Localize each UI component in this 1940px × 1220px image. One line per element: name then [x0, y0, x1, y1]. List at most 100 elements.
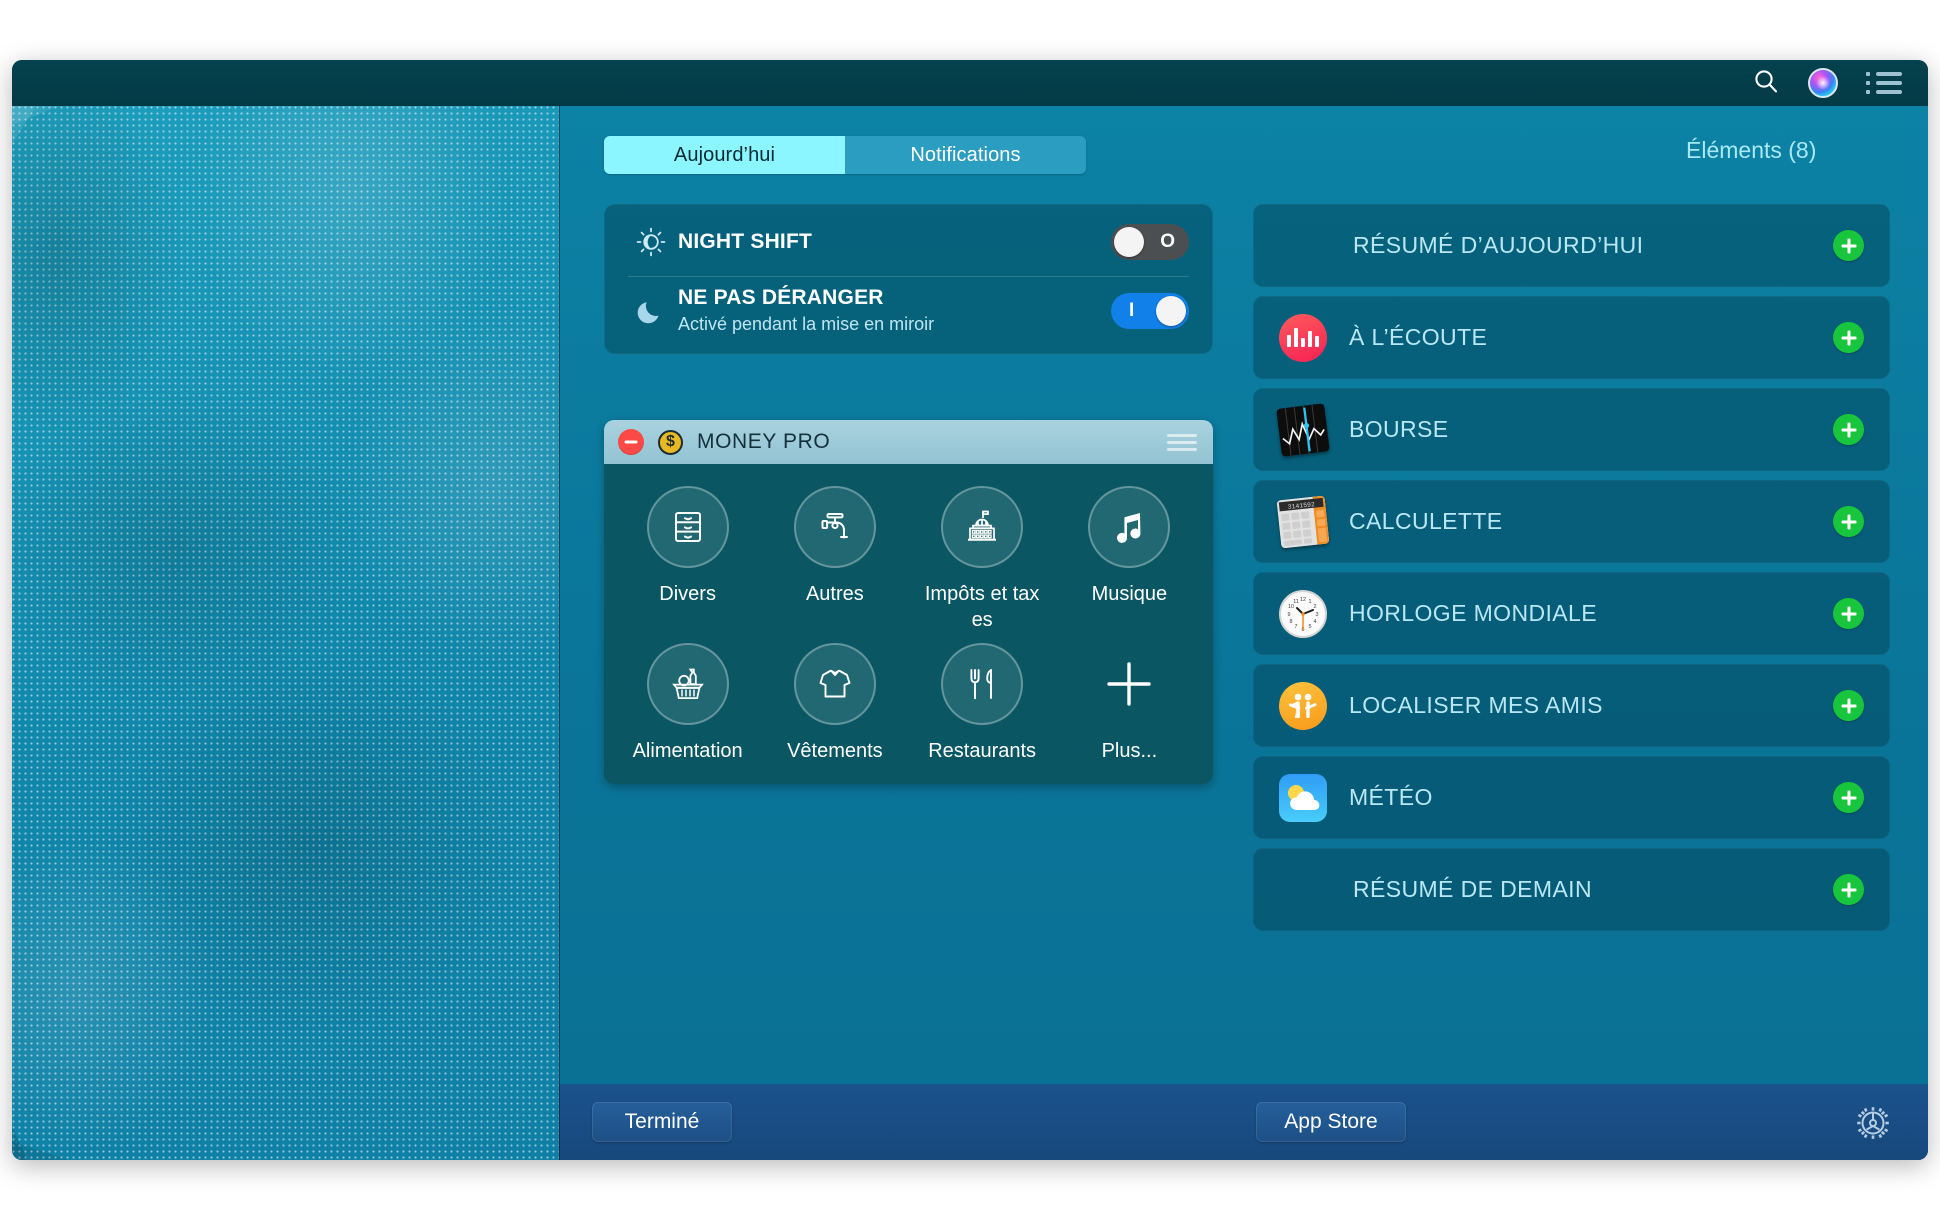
money-pro-widget-title: MONEY PRO — [697, 430, 831, 453]
do-not-disturb-title: NE PAS DÉRANGER — [678, 286, 884, 309]
category-tile-label: Plus... — [1101, 740, 1158, 762]
svg-text:2: 2 — [1314, 604, 1317, 610]
list-item-label: À L’ÉCOUTE — [1349, 324, 1488, 350]
sun-icon — [628, 227, 674, 257]
money-pro-widget-header: $ MONEY PRO — [604, 420, 1213, 464]
category-tile-label: Musique — [1091, 583, 1168, 605]
do-not-disturb-text: NE PAS DÉRANGER Activé pendant la mise e… — [674, 286, 1111, 335]
drawer-cabinet-icon — [646, 486, 729, 568]
svg-text:1: 1 — [1309, 599, 1312, 605]
siri-icon[interactable] — [1808, 68, 1838, 98]
category-tile-impots[interactable]: Impôts et taxes — [909, 486, 1056, 633]
shirt-icon — [793, 643, 876, 725]
category-tile-label: Restaurants — [928, 740, 1037, 762]
search-icon[interactable] — [1752, 67, 1780, 100]
titlebar-icon-group — [1752, 60, 1902, 106]
add-item-button[interactable] — [1833, 322, 1864, 353]
tab-notifications[interactable]: Notifications — [845, 136, 1086, 174]
svg-text:8: 8 — [1290, 619, 1293, 625]
list-item-horloge-mondiale[interactable]: 12 1 23 45 67 89 10 11 HORLOGE MONDIALE — [1253, 572, 1890, 655]
app-store-button-label: App Store — [1284, 1110, 1378, 1133]
shazam-icon — [1275, 313, 1331, 362]
dollar-coin-icon: $ — [658, 429, 683, 455]
category-tile-label: Alimentation — [632, 740, 743, 762]
night-shift-toggle-knob — [1114, 227, 1144, 257]
list-item-resume-aujourdhui[interactable]: RÉSUMÉ D’AUJOURD’HUI — [1253, 204, 1890, 287]
moon-icon — [628, 296, 674, 326]
category-tile-restaurants[interactable]: Restaurants — [909, 643, 1056, 764]
night-shift-row: NIGHT SHIFT O — [628, 208, 1189, 276]
do-not-disturb-subtitle: Activé pendant la mise en miroir — [678, 314, 935, 334]
tab-notifications-label: Notifications — [910, 143, 1021, 166]
night-shift-title: NIGHT SHIFT — [678, 230, 813, 253]
list-item-calculette[interactable]: 3141592 CALCULETTE — [1253, 480, 1890, 563]
notification-center-body: NIGHT SHIFT O NE PAS DÉRANGER Activé pen… — [559, 198, 1928, 1084]
category-tile-vetements[interactable]: Vêtements — [761, 643, 908, 764]
add-item-button[interactable] — [1833, 414, 1864, 445]
list-item-resume-demain[interactable]: RÉSUMÉ DE DEMAIN — [1253, 848, 1890, 931]
panel-divider — [559, 106, 560, 1160]
view-mode-segmented-control[interactable]: Aujourd’hui Notifications — [604, 136, 1086, 174]
clock-icon: 12 1 23 45 67 89 10 11 — [1275, 589, 1331, 638]
calculator-icon: 3141592 — [1275, 495, 1331, 548]
list-item-a-lecoute[interactable]: À L’ÉCOUTE — [1253, 296, 1890, 379]
add-item-button[interactable] — [1833, 874, 1864, 905]
list-item-label: MÉTÉO — [1349, 784, 1433, 810]
notification-center-panel: Aujourd’hui Notifications Éléments (8) N… — [559, 106, 1928, 1160]
tab-today-label: Aujourd’hui — [673, 143, 776, 166]
done-button[interactable]: Terminé — [592, 1102, 732, 1142]
category-tile-musique[interactable]: Musique — [1056, 486, 1203, 633]
notification-center-footer: Terminé App Store — [559, 1084, 1928, 1160]
do-not-disturb-toggle-knob — [1156, 295, 1186, 326]
list-item-bourse[interactable]: BOURSE — [1253, 388, 1890, 471]
drag-handle-icon[interactable] — [1167, 433, 1197, 451]
music-notes-icon — [1088, 486, 1171, 568]
night-shift-text: NIGHT SHIFT — [674, 230, 1111, 254]
done-button-label: Terminé — [624, 1110, 700, 1133]
category-tile-divers[interactable]: Divers — [614, 486, 761, 633]
weather-icon — [1275, 773, 1331, 822]
find-friends-icon — [1275, 681, 1331, 730]
titlebar — [12, 60, 1928, 106]
do-not-disturb-row: NE PAS DÉRANGER Activé pendant la mise e… — [628, 276, 1189, 344]
list-item-label: LOCALISER MES AMIS — [1349, 692, 1603, 718]
svg-text:5: 5 — [1309, 624, 1312, 630]
elements-column: RÉSUMÉ D’AUJOURD’HUI À L’ÉCOUTE BOURSE 3… — [1231, 198, 1928, 1084]
notification-center-window: Aujourd’hui Notifications Éléments (8) N… — [12, 60, 1928, 1160]
app-store-button[interactable]: App Store — [1256, 1102, 1406, 1142]
capitol-building-icon — [941, 486, 1024, 568]
list-item-label: CALCULETTE — [1349, 508, 1503, 534]
list-item-meteo[interactable]: MÉTÉO — [1253, 756, 1890, 839]
list-item-localiser-mes-amis[interactable]: LOCALISER MES AMIS — [1253, 664, 1890, 747]
category-tile-alimentation[interactable]: Alimentation — [614, 643, 761, 764]
gear-icon[interactable] — [1854, 1104, 1892, 1147]
list-icon[interactable] — [1866, 72, 1902, 94]
plus-icon — [1088, 643, 1170, 725]
add-item-button[interactable] — [1833, 782, 1864, 813]
category-tile-plus[interactable]: Plus... — [1056, 643, 1203, 764]
elements-count-title: Éléments (8) — [1686, 137, 1817, 163]
do-not-disturb-toggle-mark: I — [1129, 299, 1135, 321]
money-pro-widget-body: Divers Autres Impôts et taxes Musique Al… — [604, 464, 1213, 784]
add-item-button[interactable] — [1833, 230, 1864, 261]
svg-text:7: 7 — [1295, 624, 1298, 630]
tab-today[interactable]: Aujourd’hui — [604, 136, 845, 174]
remove-widget-button[interactable] — [618, 429, 644, 455]
faucet-icon — [793, 486, 876, 568]
svg-text:4: 4 — [1314, 619, 1317, 625]
category-grid: Divers Autres Impôts et taxes Musique Al… — [614, 486, 1203, 764]
desktop-wallpaper — [12, 106, 559, 1160]
stocks-icon — [1275, 402, 1331, 457]
category-tile-autres[interactable]: Autres — [761, 486, 908, 633]
list-item-label: BOURSE — [1349, 416, 1449, 442]
list-item-label: RÉSUMÉ DE DEMAIN — [1353, 876, 1592, 902]
add-item-button[interactable] — [1833, 598, 1864, 629]
add-item-button[interactable] — [1833, 506, 1864, 537]
night-shift-toggle[interactable]: O — [1111, 224, 1189, 260]
category-tile-label: Autres — [805, 583, 864, 605]
night-shift-toggle-mark: O — [1160, 231, 1175, 252]
add-item-button[interactable] — [1833, 690, 1864, 721]
do-not-disturb-toggle[interactable]: I — [1111, 292, 1189, 329]
elements-list: RÉSUMÉ D’AUJOURD’HUI À L’ÉCOUTE BOURSE 3… — [1253, 198, 1890, 931]
today-column: NIGHT SHIFT O NE PAS DÉRANGER Activé pen… — [559, 198, 1231, 1084]
